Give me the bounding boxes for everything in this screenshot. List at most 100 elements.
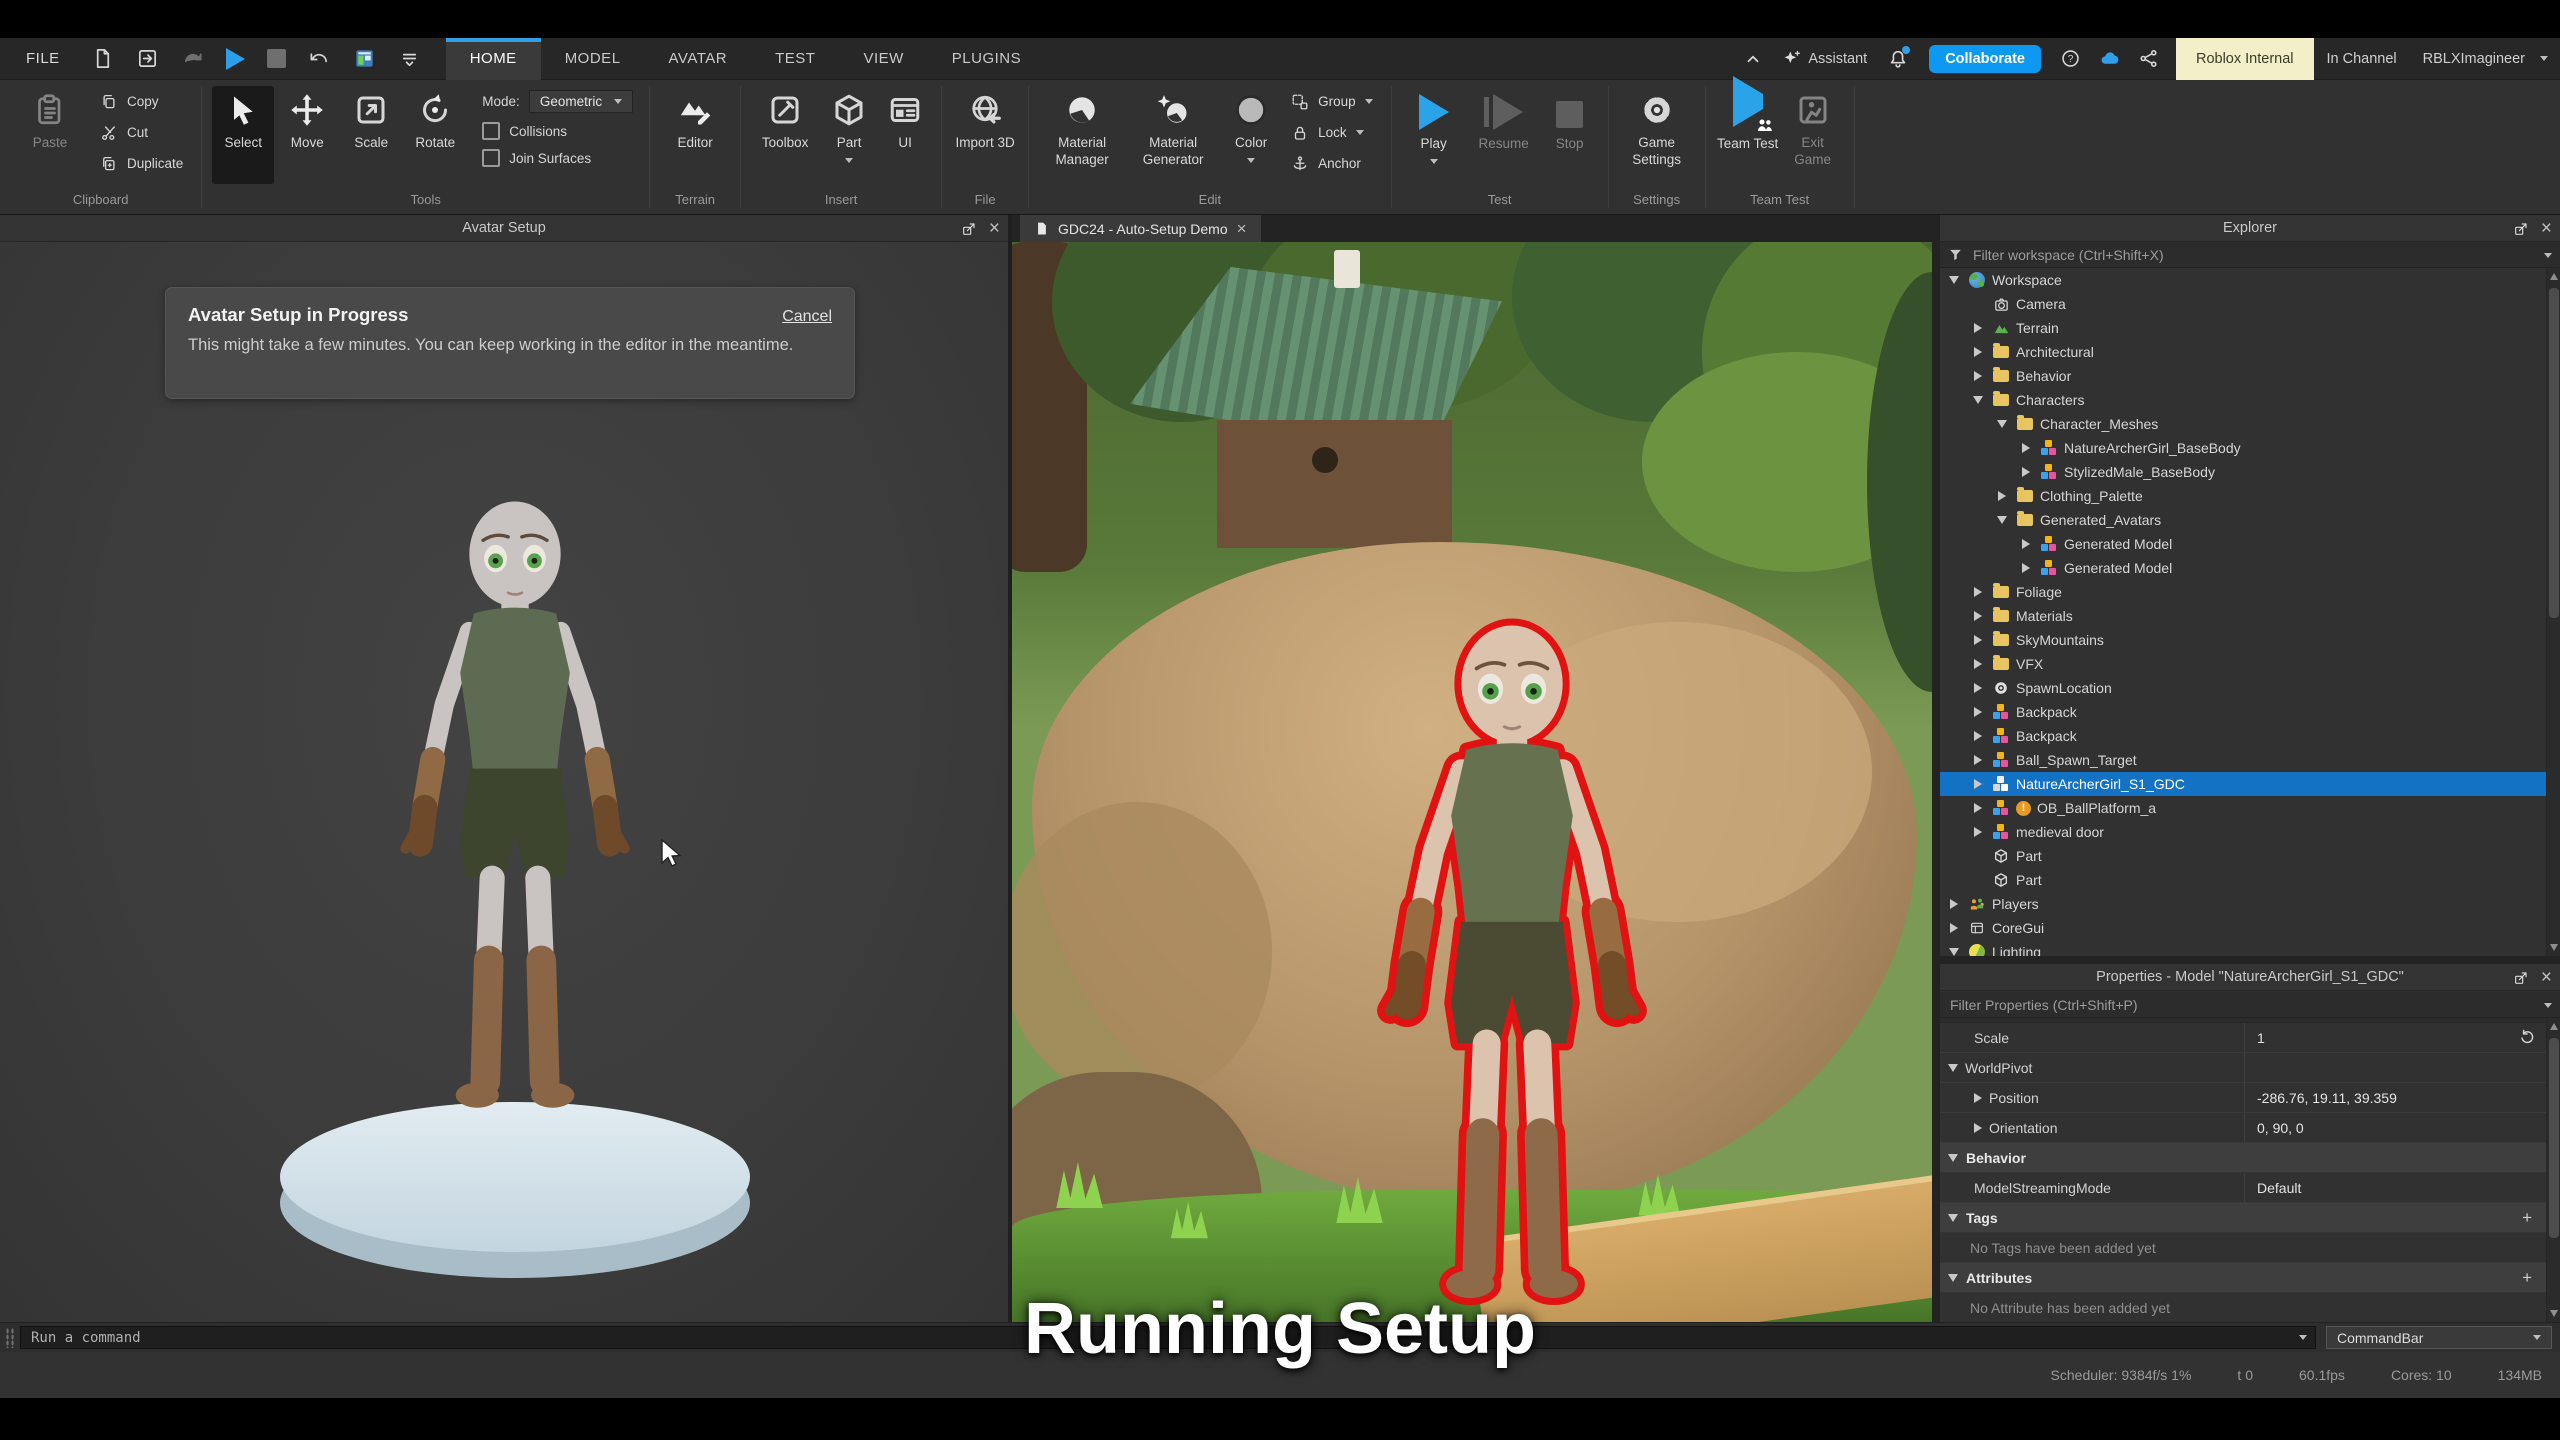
property-value[interactable]: 1 <box>2257 1030 2265 1046</box>
property-row[interactable]: Scale 1 <box>1940 1023 2546 1053</box>
property-row[interactable]: WorldPivot <box>1940 1053 2546 1083</box>
expand-arrow-icon[interactable] <box>1970 827 1986 837</box>
tree-row[interactable]: medieval door <box>1940 820 2546 844</box>
tree-row[interactable]: Players <box>1940 892 2546 916</box>
expand-arrow-icon[interactable] <box>1970 683 1986 693</box>
properties-filter-input[interactable] <box>1948 995 2552 1014</box>
close-icon[interactable]: × <box>2541 968 2552 987</box>
explorer-scrollbar[interactable] <box>2546 268 2560 956</box>
tree-row[interactable]: Foliage <box>1940 580 2546 604</box>
tree-row[interactable]: Character_Meshes <box>1940 412 2546 436</box>
tree-row[interactable]: Camera <box>1940 292 2546 316</box>
tree-row[interactable]: Backpack <box>1940 700 2546 724</box>
tree-row[interactable]: Lighting <box>1940 940 2546 956</box>
property-value[interactable]: -286.76, 19.11, 39.359 <box>2257 1090 2397 1106</box>
new-file-icon[interactable] <box>91 47 114 70</box>
section-arrow-icon[interactable] <box>1948 1213 1958 1222</box>
tree-row[interactable]: Architectural <box>1940 340 2546 364</box>
tab-close-icon[interactable]: × <box>1237 219 1247 239</box>
expand-arrow-icon[interactable] <box>1946 948 1962 956</box>
expand-arrow-icon[interactable] <box>1994 420 2010 428</box>
channel-label[interactable]: In Channel <box>2327 51 2397 67</box>
property-section[interactable]: Tags + <box>1940 1203 2546 1233</box>
tab-view[interactable]: VIEW <box>839 38 927 80</box>
cut-button[interactable]: Cut <box>92 117 191 148</box>
select-tool-button[interactable]: Select <box>212 86 275 184</box>
cloud-icon[interactable] <box>2099 48 2120 69</box>
expand-arrow-icon[interactable] <box>1970 611 1986 621</box>
explorer-filter-input[interactable] <box>1971 245 2552 264</box>
tree-row[interactable]: Backpack <box>1940 724 2546 748</box>
explorer-filter[interactable] <box>1940 242 2560 268</box>
expand-arrow-icon[interactable] <box>1970 755 1986 765</box>
quick-access-caret-icon[interactable] <box>398 47 421 70</box>
expand-arrow-icon[interactable] <box>2018 563 2034 573</box>
join-surfaces-checkbox[interactable]: Join Surfaces <box>482 149 633 167</box>
viewport-tab[interactable]: GDC24 - Auto-Setup Demo × <box>1020 215 1261 242</box>
tree-row[interactable]: Generated Model <box>1940 556 2546 580</box>
tree-row[interactable]: SkyMountains <box>1940 628 2546 652</box>
duplicate-button[interactable]: Duplicate <box>92 148 191 179</box>
undock-icon[interactable] <box>2513 221 2529 237</box>
toolbox-button[interactable]: Toolbox <box>751 86 819 184</box>
property-value[interactable]: 0, 90, 0 <box>2257 1120 2304 1136</box>
property-section[interactable]: Behavior <box>1940 1143 2546 1173</box>
tab-plugins[interactable]: PLUGINS <box>928 38 1045 80</box>
close-icon[interactable]: × <box>2541 219 2552 238</box>
panel-splitter[interactable] <box>1932 215 1940 1322</box>
undock-icon[interactable] <box>2513 970 2529 986</box>
tree-row[interactable]: Generated_Avatars <box>1940 508 2546 532</box>
share-icon[interactable] <box>2138 48 2159 69</box>
tree-row[interactable]: Characters <box>1940 388 2546 412</box>
expand-arrow-icon[interactable] <box>1974 1122 1982 1133</box>
expand-arrow-icon[interactable] <box>1948 1063 1958 1072</box>
team-test-button[interactable]: Team Test <box>1716 76 1780 184</box>
play-button[interactable]: Play <box>1402 86 1466 184</box>
expand-arrow-icon[interactable] <box>1970 323 1986 333</box>
expand-arrow-icon[interactable] <box>1970 396 1986 404</box>
undock-icon[interactable] <box>961 221 977 237</box>
properties-scrollbar[interactable] <box>2546 1018 2560 1322</box>
properties-filter[interactable] <box>1940 992 2560 1018</box>
material-manager-button[interactable]: Material Manager <box>1039 86 1125 184</box>
scroll-down-icon[interactable] <box>2550 944 2558 951</box>
redo-icon[interactable] <box>181 47 204 70</box>
collisions-checkbox[interactable]: Collisions <box>482 122 633 140</box>
add-icon[interactable]: + <box>2522 1208 2532 1228</box>
scroll-thumb[interactable] <box>2549 1038 2559 1238</box>
scroll-thumb[interactable] <box>2549 288 2559 618</box>
cancel-link[interactable]: Cancel <box>782 308 832 326</box>
section-arrow-icon[interactable] <box>1948 1153 1958 1162</box>
tree-row[interactable]: NatureArcherGirl_S1_GDC <box>1940 772 2546 796</box>
tree-row[interactable]: SpawnLocation <box>1940 676 2546 700</box>
game-viewport[interactable] <box>1012 242 1932 1322</box>
tab-test[interactable]: TEST <box>751 38 839 80</box>
play-icon[interactable] <box>225 47 245 70</box>
expand-arrow-icon[interactable] <box>1970 707 1986 717</box>
scroll-up-icon[interactable] <box>2550 1023 2558 1030</box>
help-icon[interactable]: ? <box>2060 48 2081 69</box>
property-row[interactable]: ModelStreamingMode Default <box>1940 1173 2546 1203</box>
undo-icon[interactable] <box>308 47 331 70</box>
expand-arrow-icon[interactable] <box>1970 779 1986 789</box>
notifications-bell-icon[interactable] <box>1887 45 1911 70</box>
expand-arrow-icon[interactable] <box>1970 347 1986 357</box>
expand-arrow-icon[interactable] <box>1994 491 2010 501</box>
scroll-up-icon[interactable] <box>2550 273 2558 280</box>
collapse-ribbon-icon[interactable] <box>1744 50 1762 68</box>
tree-row[interactable]: Ball_Spawn_Target <box>1940 748 2546 772</box>
tab-model[interactable]: MODEL <box>541 38 645 80</box>
user-caret-icon[interactable] <box>2540 56 2548 61</box>
stop-icon[interactable] <box>266 49 286 68</box>
lock-button[interactable]: Lock <box>1283 117 1381 148</box>
username-menu[interactable]: RBLXImagineer <box>2423 51 2525 67</box>
tree-row[interactable]: VFX <box>1940 652 2546 676</box>
tree-row[interactable]: Materials <box>1940 604 2546 628</box>
selected-character[interactable] <box>1360 615 1664 1322</box>
open-file-icon[interactable] <box>136 47 159 70</box>
expand-arrow-icon[interactable] <box>2018 539 2034 549</box>
collaborate-button[interactable]: Collaborate <box>1929 44 2041 73</box>
expand-arrow-icon[interactable] <box>1970 587 1986 597</box>
property-row[interactable]: Position -286.76, 19.11, 39.359 <box>1940 1083 2546 1113</box>
scale-tool-button[interactable]: Scale <box>340 86 402 184</box>
